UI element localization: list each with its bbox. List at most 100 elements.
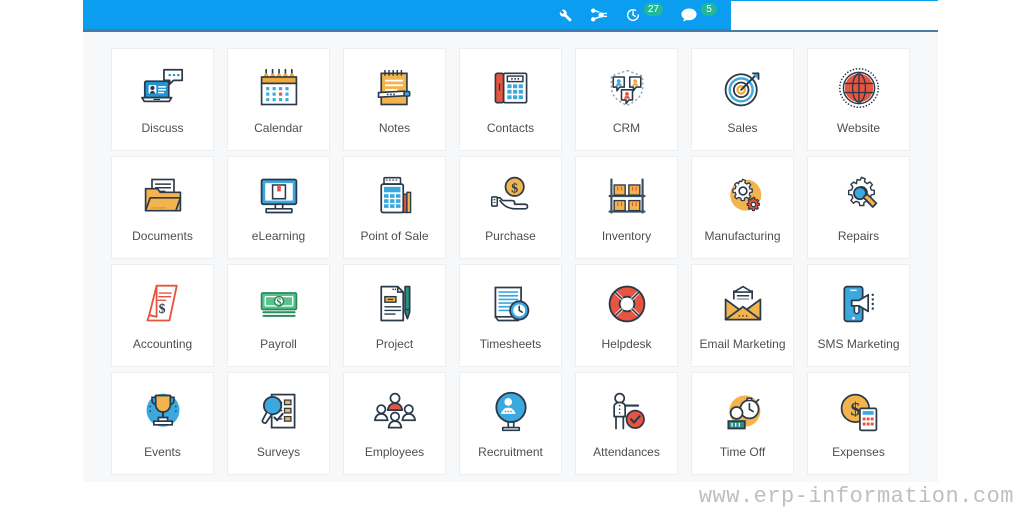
manufacturing-icon	[717, 170, 769, 222]
app-tile-timesheets[interactable]: Timesheets	[459, 264, 562, 367]
app-tile-label: SMS Marketing	[817, 337, 900, 351]
svg-text:$: $	[158, 301, 165, 316]
app-tile-label: Contacts	[486, 121, 535, 135]
app-tile-label: Calendar	[254, 121, 303, 135]
app-tile-label: CRM	[612, 121, 641, 135]
svg-text:$: $	[511, 180, 518, 195]
app-tile-label: Employees	[364, 445, 425, 459]
app-tile-employees[interactable]: Employees	[343, 372, 446, 475]
app-tile-purchase[interactable]: $ Purchase	[459, 156, 562, 259]
helpdesk-icon	[601, 278, 653, 330]
app-tile-attendances[interactable]: Attendances	[575, 372, 678, 475]
app-tile-label: Website	[836, 121, 881, 135]
sales-icon	[717, 62, 769, 114]
app-tile-label: Accounting	[132, 337, 193, 351]
app-tile-label: Attendances	[593, 445, 660, 459]
app-tile-discuss[interactable]: Discuss	[111, 48, 214, 151]
app-tile-label: Helpdesk	[601, 337, 652, 351]
app-drawer-content: Discuss Calendar Notes Contacts CRM Sale…	[83, 32, 938, 482]
discuss-icon	[137, 62, 189, 114]
topbar-icon-group: 27 5	[557, 0, 731, 29]
svg-text:$: $	[276, 297, 281, 308]
timesheets-icon	[485, 278, 537, 330]
search-input[interactable]	[731, 1, 938, 30]
app-root: 27 5 Discuss Calendar Notes Contacts CRM…	[0, 0, 1024, 512]
surveys-icon	[253, 386, 305, 438]
app-tile-sms-marketing[interactable]: SMS Marketing	[807, 264, 910, 367]
app-tile-label: Discuss	[141, 121, 184, 135]
email-marketing-icon	[717, 278, 769, 330]
app-tile-expenses[interactable]: $ Expenses	[807, 372, 910, 475]
app-tile-label: Time Off	[719, 445, 766, 459]
app-tile-label: Point of Sale	[360, 229, 429, 243]
app-tile-documents[interactable]: Documents	[111, 156, 214, 259]
payroll-icon: $	[253, 278, 305, 330]
project-icon	[369, 278, 421, 330]
app-tile-label: Inventory	[601, 229, 652, 243]
app-tile-calendar[interactable]: Calendar	[227, 48, 330, 151]
messages-badge: 5	[701, 3, 717, 16]
activity-button[interactable]: 27	[625, 0, 663, 29]
app-grid: Discuss Calendar Notes Contacts CRM Sale…	[97, 48, 924, 475]
app-tile-inventory[interactable]: Inventory	[575, 156, 678, 259]
app-tile-label: Purchase	[485, 229, 536, 243]
app-tile-sales[interactable]: Sales	[691, 48, 794, 151]
app-tile-project[interactable]: Project	[343, 264, 446, 367]
events-icon	[137, 386, 189, 438]
website-icon	[833, 62, 885, 114]
app-tile-label: Documents	[132, 229, 193, 243]
app-tile-accounting[interactable]: $ Accounting	[111, 264, 214, 367]
purchase-icon: $	[485, 170, 537, 222]
sms-marketing-icon	[833, 278, 885, 330]
settings-nodes-icon	[590, 7, 608, 23]
accounting-icon: $	[137, 278, 189, 330]
top-navigation-bar: 27 5	[83, 0, 938, 32]
app-tile-email-marketing[interactable]: Email Marketing	[691, 264, 794, 367]
app-tile-time-off[interactable]: Time Off	[691, 372, 794, 475]
app-tile-repairs[interactable]: Repairs	[807, 156, 910, 259]
documents-icon	[137, 170, 189, 222]
inventory-icon	[601, 170, 653, 222]
app-tile-label: Surveys	[256, 445, 301, 459]
point-of-sale-icon	[369, 170, 421, 222]
app-tile-website[interactable]: Website	[807, 48, 910, 151]
chat-bubble-icon	[680, 7, 698, 23]
expenses-icon: $	[833, 386, 885, 438]
app-tile-label: eLearning	[251, 229, 306, 243]
app-tile-crm[interactable]: CRM	[575, 48, 678, 151]
site-watermark: www.erp-information.com	[698, 484, 1014, 509]
recruitment-icon	[485, 386, 537, 438]
app-tile-notes[interactable]: Notes	[343, 48, 446, 151]
app-tile-label: Manufacturing	[704, 229, 781, 243]
app-tile-label: Email Marketing	[699, 337, 786, 351]
notes-icon	[369, 62, 421, 114]
crm-icon	[601, 62, 653, 114]
activity-badge: 27	[643, 3, 663, 16]
app-tile-contacts[interactable]: Contacts	[459, 48, 562, 151]
app-tile-payroll[interactable]: $ Payroll	[227, 264, 330, 367]
app-tile-events[interactable]: Events	[111, 372, 214, 475]
app-tile-recruitment[interactable]: Recruitment	[459, 372, 562, 475]
app-tile-label: Project	[375, 337, 414, 351]
wrench-icon	[557, 7, 573, 23]
app-tile-point-of-sale[interactable]: Point of Sale	[343, 156, 446, 259]
app-tile-elearning[interactable]: eLearning	[227, 156, 330, 259]
elearning-icon	[253, 170, 305, 222]
app-tile-label: Events	[144, 445, 181, 459]
settings-nodes-button[interactable]	[590, 0, 608, 29]
activity-clock-icon	[625, 7, 641, 23]
app-tile-label: Notes	[378, 121, 411, 135]
app-tile-label: Expenses	[832, 445, 885, 459]
messages-button[interactable]: 5	[680, 0, 717, 29]
app-tile-manufacturing[interactable]: Manufacturing	[691, 156, 794, 259]
employees-icon	[369, 386, 421, 438]
calendar-icon	[253, 62, 305, 114]
app-tile-helpdesk[interactable]: Helpdesk	[575, 264, 678, 367]
svg-text:$: $	[850, 400, 860, 421]
time-off-icon	[717, 386, 769, 438]
repairs-icon	[833, 170, 885, 222]
app-tile-surveys[interactable]: Surveys	[227, 372, 330, 475]
wrench-button[interactable]	[557, 0, 573, 29]
attendances-icon	[601, 386, 653, 438]
app-tile-label: Sales	[727, 121, 758, 135]
